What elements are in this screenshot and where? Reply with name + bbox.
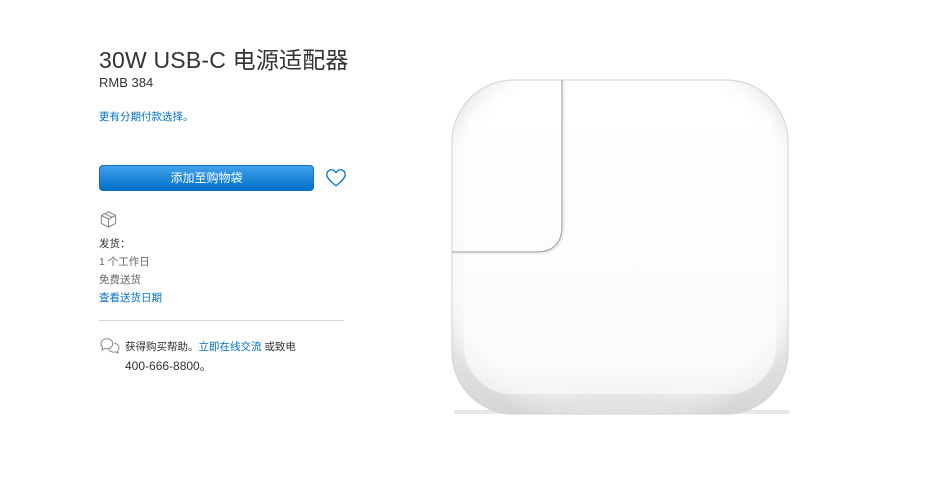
add-to-bag-button[interactable]: 添加至购物袋 [99,165,314,191]
delivery-dates-link[interactable]: 查看送货日期 [99,290,162,305]
help-suffix: 或致电 [261,341,296,353]
shipping-label: 发货： [99,238,131,250]
section-divider [99,320,344,321]
installment-link[interactable]: 更有分期付款选择。 [99,109,194,124]
product-title: 30W USB-C 电源适配器 [99,47,349,73]
phone-number: 400-666-8800。 [125,359,212,373]
help-prefix: 获得购买帮助。 [125,341,199,353]
product-price: RMB 384 [99,75,154,90]
live-chat-link[interactable]: 立即在线交流 [199,341,262,353]
box-icon [100,211,117,228]
free-shipping-text: 免费送货 [99,274,141,286]
shipping-days: 1 个工作日 [99,256,150,268]
purchase-help-text: 获得购买帮助。立即在线交流 或致电 [125,339,296,354]
product-image [451,79,790,415]
heart-icon[interactable] [325,167,347,189]
chat-bubbles-icon [100,338,120,354]
